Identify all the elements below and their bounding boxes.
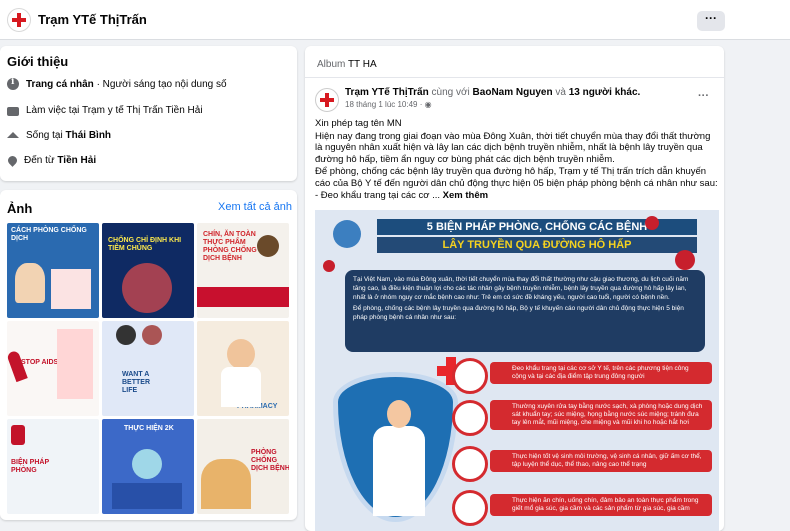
post-author-line: Trạm YTế ThịTrấn cùng với BaoNam Nguyen …: [345, 87, 640, 98]
post-card: Album TT HA Trạm YTế ThịTrấn cùng với Ba…: [305, 46, 724, 531]
divider: [305, 77, 724, 78]
intro-title: Giới thiệu: [7, 54, 69, 69]
photo-tile[interactable]: Stop AIDS: [7, 321, 99, 416]
post-options-button[interactable]: ···: [698, 90, 709, 102]
post-line: Hiện nay đang trong giai đoạn vào mùa Đô…: [315, 130, 711, 165]
intro-row-lives: Sống tại Thái Bình: [7, 127, 111, 143]
measure-1-icon: [452, 358, 488, 394]
measure-4-icon: [452, 490, 488, 526]
post-last-line: - Đeo khẩu trang tại các cơ ... Xem thêm: [315, 190, 719, 202]
photo-grid: Cách phòng chống dịch Chống chỉ định khi…: [7, 223, 289, 514]
measure-3-icon: [452, 446, 488, 482]
tagged-others[interactable]: 13 người khác.: [569, 87, 641, 98]
photo-caption: Biện pháp phòng: [11, 459, 49, 474]
photo-caption: Stop AIDS: [21, 359, 59, 366]
lives-place[interactable]: Thái Bình: [65, 130, 111, 141]
home-icon: [7, 132, 19, 138]
poster-intro-1: Tại Việt Nam, vào mùa Đông xuân, thời ti…: [353, 276, 689, 301]
photo-tile[interactable]: Cách phòng chống dịch: [7, 223, 99, 318]
post-author[interactable]: Trạm YTế ThịTrấn: [345, 87, 429, 98]
measure-2-icon: [452, 400, 488, 436]
with-text: cùng với: [428, 87, 473, 98]
doctor-illustration: [373, 400, 425, 516]
photo-tile[interactable]: Phòng chống dịch bệnh: [197, 419, 289, 514]
location-icon: [6, 153, 19, 167]
red-cross-logo-icon: [320, 93, 334, 107]
see-all-photos-link[interactable]: Xem tất cả ảnh: [218, 201, 292, 213]
virus-icon: [645, 216, 659, 230]
ministry-logo-icon: [333, 220, 361, 248]
see-more-link[interactable]: Xem thêm: [440, 190, 488, 201]
album-prefix: Album: [317, 59, 348, 70]
and-text: và: [552, 87, 569, 98]
photo-tile[interactable]: Thực hiện 2K: [102, 419, 194, 514]
photo-tile[interactable]: Pharmacy: [197, 321, 289, 416]
photo-tile[interactable]: Chín, ăn toàn thực phẩm phòng chống dịch…: [197, 223, 289, 318]
measure-3: Thực hiện tốt vệ sinh môi trường, vệ sin…: [490, 450, 712, 472]
work-text[interactable]: Làm việc tại Trạm y tế Thị Trấn Tiền Hải: [26, 105, 203, 116]
photo-caption: Chống chỉ định khi tiêm chủng: [108, 237, 182, 252]
photo-caption: Chín, ăn toàn thực phẩm phòng chống dịch…: [203, 231, 257, 262]
from-place[interactable]: Tiền Hải: [57, 155, 96, 166]
post-line: Để phòng, chống các bệnh lây truyền qua …: [315, 166, 718, 189]
photos-title: Ảnh: [7, 201, 33, 216]
page-avatar[interactable]: [7, 8, 31, 32]
post-line: Xin phép tag tên MN: [315, 118, 402, 129]
photo-caption: Cách phòng chống dịch: [11, 227, 87, 242]
measure-2: Thường xuyên rửa tay bằng nước sạch, xà …: [490, 400, 712, 430]
intro-row-profile: Trang cá nhân · Người sáng tạo nội dung …: [7, 76, 227, 92]
globe-icon: ◉: [424, 100, 432, 109]
photo-caption: Thực hiện 2K: [124, 425, 174, 432]
briefcase-icon: [7, 106, 19, 116]
virus-icon: [323, 260, 335, 272]
poster-intro-2: Để phòng, chống các bệnh lây truyền qua …: [353, 305, 684, 321]
intro-card: Giới thiệu Trang cá nhân · Người sáng tạ…: [0, 46, 297, 181]
tagged-person[interactable]: BaoNam Nguyen: [473, 87, 553, 98]
measure-1: Đeo khẩu trang tại các cơ sở Y tế, trên …: [490, 362, 712, 384]
poster-title-2: LÂY TRUYỀN QUA ĐƯỜNG HÔ HẤP: [377, 237, 697, 253]
red-cross-logo-icon: [12, 13, 26, 27]
photos-card: Ảnh Xem tất cả ảnh Cách phòng chống dịch…: [0, 190, 297, 520]
virus-icon: [675, 250, 695, 270]
post-body: Xin phép tag tên MN Hiện nay đang trong …: [315, 118, 719, 203]
page-name[interactable]: Trạm YTế ThịTrấn: [38, 12, 147, 27]
info-icon: [7, 77, 19, 90]
lives-prefix: Sống tại: [26, 129, 66, 141]
post-timestamp[interactable]: 18 tháng 1 lúc 10:49 · ◉: [345, 100, 432, 109]
post-image[interactable]: 5 BIỆN PHÁP PHÒNG, CHỐNG CÁC BỆNH LÂY TR…: [315, 210, 719, 531]
page-header: Trạm YTế ThịTrấn ···: [0, 0, 790, 40]
intro-row-from: Đến từ Tiền Hải: [6, 152, 96, 168]
profile-type: Trang cá nhân: [26, 78, 94, 90]
photo-tile[interactable]: Biện pháp phòng: [7, 419, 99, 514]
timestamp-text: 18 tháng 1 lúc 10:49 ·: [345, 100, 425, 109]
photo-tile[interactable]: Chống chỉ định khi tiêm chủng: [102, 223, 194, 318]
photo-caption: Want a better life: [122, 371, 150, 394]
photo-caption: Phòng chống dịch bệnh: [251, 449, 289, 472]
from-prefix: Đến từ: [24, 154, 58, 166]
post-truncated-text: - Đeo khẩu trang tại các cơ ...: [315, 190, 441, 201]
measure-4: Thực hiện ăn chín, uống chín, đảm bảo an…: [490, 494, 712, 516]
poster-intro-box: Tại Việt Nam, vào mùa Đông xuân, thời ti…: [345, 270, 705, 352]
profile-category: · Người sáng tạo nội dung số: [93, 78, 227, 90]
photo-tile[interactable]: Want a better life: [102, 321, 194, 416]
album-name[interactable]: TT HA: [348, 59, 377, 70]
intro-row-work: Làm việc tại Trạm y tế Thị Trấn Tiền Hải: [7, 102, 203, 118]
post-author-avatar[interactable]: [315, 88, 339, 112]
more-options-button[interactable]: ···: [697, 11, 725, 31]
album-label: Album TT HA: [317, 59, 377, 70]
